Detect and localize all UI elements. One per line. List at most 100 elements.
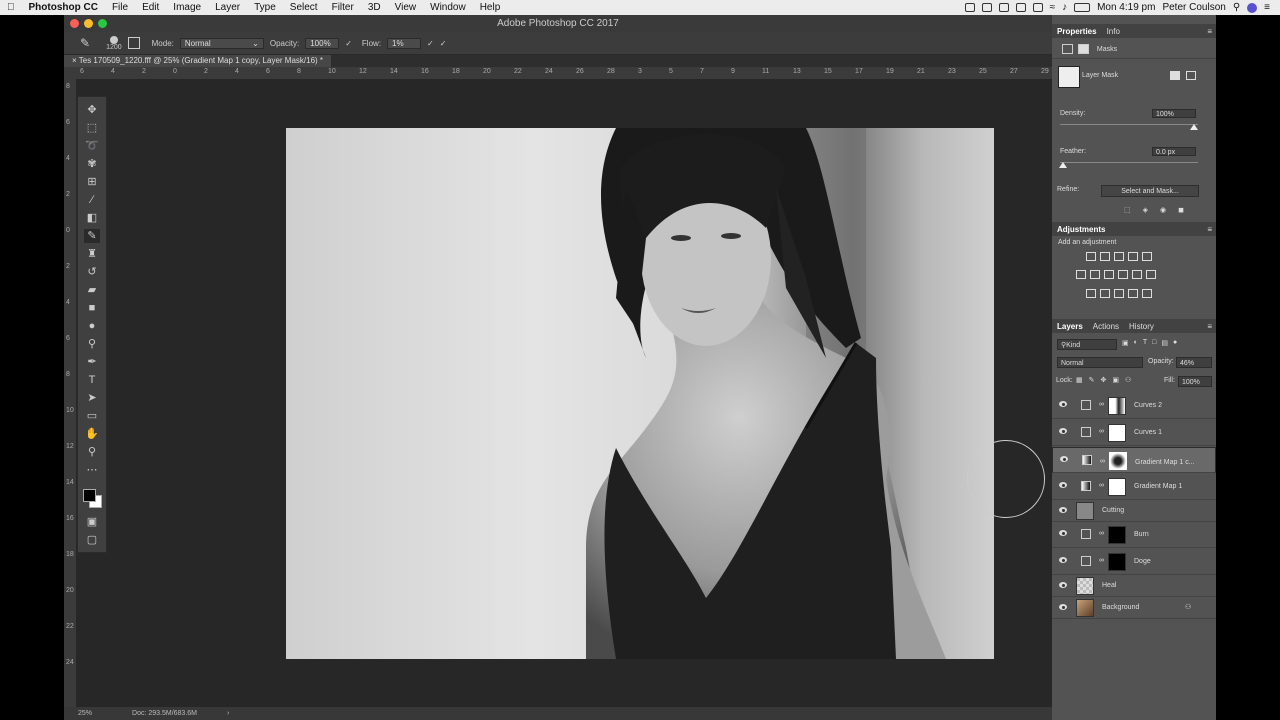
layer-row-selected[interactable]: ∞ Gradient Map 1 c...	[1052, 447, 1216, 473]
chevron-right-icon[interactable]: ›	[227, 710, 229, 717]
vector-mask-icon[interactable]	[1077, 44, 1089, 54]
lock-all-icon[interactable]: ⚇	[1125, 376, 1131, 384]
link-icon[interactable]: ∞	[1099, 557, 1104, 564]
crop-tool-icon[interactable]: ⊞	[84, 175, 100, 189]
link-icon[interactable]: ∞	[1099, 428, 1104, 435]
lasso-tool-icon[interactable]: ➰	[84, 139, 100, 153]
lock-position-icon[interactable]: ✥	[1101, 376, 1107, 384]
visibility-eye-icon[interactable]	[1059, 401, 1067, 407]
type-filter-icon[interactable]: T	[1143, 339, 1147, 347]
tab-actions[interactable]: Actions	[1093, 322, 1119, 331]
rectangle-tool-icon[interactable]: ▭	[84, 409, 100, 423]
quick-mask-icon[interactable]: ▣	[84, 515, 100, 529]
menu-list-icon[interactable]: ≡	[1264, 2, 1270, 13]
density-slider-handle[interactable]	[1190, 124, 1198, 130]
visibility-eye-icon[interactable]	[1059, 530, 1067, 536]
layer-opacity-field[interactable]: 46%	[1176, 357, 1212, 368]
disable-mask-icon[interactable]: ◉	[1160, 206, 1166, 214]
feather-slider-handle[interactable]	[1059, 162, 1067, 168]
apply-mask-icon[interactable]: ◈	[1143, 206, 1148, 214]
move-tool-icon[interactable]: ✥	[84, 103, 100, 117]
color-balance-icon[interactable]	[1090, 270, 1100, 279]
select-mask-icon[interactable]	[1170, 71, 1180, 80]
gamepad-icon[interactable]	[998, 3, 1009, 12]
eraser-tool-icon[interactable]: ▰	[84, 283, 100, 297]
layer-row[interactable]: ∞ Curves 1	[1052, 420, 1216, 446]
menu-window[interactable]: Window	[423, 2, 473, 13]
siri-icon[interactable]	[1247, 2, 1258, 13]
battery-icon[interactable]	[1074, 3, 1091, 12]
lock-transparent-icon[interactable]: ▦	[1076, 376, 1083, 384]
menu-file[interactable]: File	[105, 2, 135, 13]
adjustment-filter-icon[interactable]: ◐	[1134, 339, 1138, 347]
layer-row[interactable]: Heal	[1052, 576, 1216, 597]
layer-filter-select[interactable]: ⚲Kind	[1057, 339, 1117, 350]
lock-pixels-icon[interactable]: ✎	[1089, 376, 1095, 384]
status-icon[interactable]	[981, 3, 992, 12]
gradient-tool-icon[interactable]: ■	[84, 301, 100, 315]
mode-select[interactable]: Normal ⌄	[179, 37, 264, 49]
menu-type[interactable]: Type	[247, 2, 283, 13]
visibility-eye-icon[interactable]	[1060, 456, 1068, 462]
zoom-button[interactable]	[98, 19, 107, 28]
load-selection-icon[interactable]: ⬚	[1124, 206, 1131, 214]
black-white-icon[interactable]	[1104, 270, 1114, 279]
menu-select[interactable]: Select	[283, 2, 325, 13]
pen-tool-icon[interactable]: ✒	[84, 355, 100, 369]
wifi-icon[interactable]: ≈	[1050, 2, 1056, 13]
opacity-field[interactable]: 100%	[305, 37, 340, 49]
size-pressure-icon[interactable]: ✓	[440, 39, 447, 48]
color-lookup-icon[interactable]	[1146, 270, 1156, 279]
blend-mode-select[interactable]: Normal	[1057, 357, 1143, 368]
brightness-icon[interactable]	[1086, 252, 1096, 261]
dropbox-icon[interactable]	[1032, 3, 1043, 12]
tab-history[interactable]: History	[1129, 322, 1154, 331]
menu-help[interactable]: Help	[473, 2, 508, 13]
selective-color-icon[interactable]	[1142, 289, 1152, 298]
curves-icon[interactable]	[1114, 252, 1124, 261]
more-tools-icon[interactable]: ⋯	[84, 463, 100, 477]
app-menu[interactable]: Photoshop CC	[22, 2, 105, 13]
link-icon[interactable]: ∞	[1100, 456, 1105, 467]
blur-tool-icon[interactable]: ●	[84, 319, 100, 333]
history-brush-tool-icon[interactable]: ↺	[84, 265, 100, 279]
tab-layers[interactable]: Layers	[1057, 322, 1083, 331]
menu-3d[interactable]: 3D	[361, 2, 388, 13]
hand-tool-icon[interactable]: ✋	[84, 427, 100, 441]
layer-row[interactable]: ∞ Curves 2	[1052, 393, 1216, 419]
tab-properties[interactable]: Properties	[1057, 27, 1097, 36]
invert-icon[interactable]	[1086, 289, 1096, 298]
brush-preset-picker[interactable]: 1200	[106, 35, 122, 51]
photo-filter-icon[interactable]	[1118, 270, 1128, 279]
pixel-filter-icon[interactable]: ▣	[1122, 339, 1129, 347]
panel-menu-icon[interactable]: ≡	[1207, 27, 1212, 36]
camera-icon[interactable]	[964, 3, 975, 12]
document-image[interactable]	[286, 128, 994, 659]
eyedropper-tool-icon[interactable]: ∕	[84, 193, 100, 207]
menu-layer[interactable]: Layer	[208, 2, 247, 13]
levels-icon[interactable]	[1100, 252, 1110, 261]
tab-info[interactable]: Info	[1107, 27, 1120, 36]
vibrance-icon[interactable]	[1142, 252, 1152, 261]
minimize-button[interactable]	[84, 19, 93, 28]
posterize-icon[interactable]	[1100, 289, 1110, 298]
menu-edit[interactable]: Edit	[135, 2, 166, 13]
volume-icon[interactable]: ♪	[1062, 2, 1067, 13]
screen-mode-icon[interactable]: ▢	[84, 533, 100, 547]
layer-row[interactable]: Cutting	[1052, 500, 1216, 522]
opacity-pressure-icon[interactable]: ✓	[345, 39, 352, 48]
brush-tool-icon[interactable]: ✎	[84, 229, 100, 243]
visibility-eye-icon[interactable]	[1059, 507, 1067, 513]
brush-panel-icon[interactable]	[127, 37, 140, 49]
visibility-eye-icon[interactable]	[1059, 557, 1067, 563]
threshold-icon[interactable]	[1114, 289, 1124, 298]
gradient-map-icon[interactable]	[1128, 289, 1138, 298]
panel-menu-icon[interactable]: ≡	[1207, 322, 1212, 331]
close-button[interactable]	[70, 19, 79, 28]
exposure-icon[interactable]	[1128, 252, 1138, 261]
vector-add-icon[interactable]	[1186, 71, 1196, 80]
layer-row[interactable]: ∞ Burn	[1052, 522, 1216, 548]
quick-select-tool-icon[interactable]: ✾	[84, 157, 100, 171]
menu-image[interactable]: Image	[166, 2, 208, 13]
hue-saturation-icon[interactable]	[1076, 270, 1086, 279]
